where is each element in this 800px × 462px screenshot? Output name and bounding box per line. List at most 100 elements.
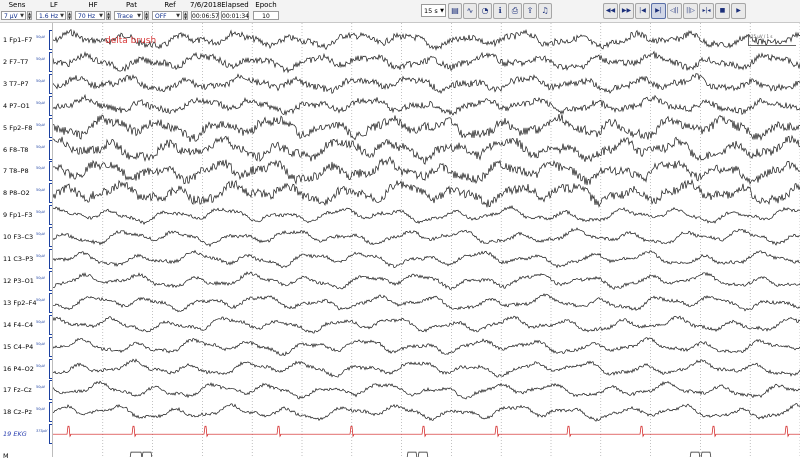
channel-label-14[interactable]: 14 F4–C4 50µV (3, 314, 52, 335)
toolbar: Sens 7 µV ▼ ▲ ▼ LF 1.6 Hz ▼ ▲ ▼ HF 70 Hz ▼ ▲ ▼… (0, 0, 800, 23)
epoch-display: Epoch 10 (252, 0, 280, 22)
channel-label-2[interactable]: 2 F7–T7 50µV (3, 51, 52, 72)
scale-bracket (49, 227, 52, 248)
scale-bracket (49, 205, 52, 226)
channel-label-17[interactable]: 17 Fz–Cz 50µV (3, 380, 52, 401)
channel-label-6[interactable]: 6 F8–T8 50µV (3, 139, 52, 160)
ref-select[interactable]: OFF ▼ (152, 11, 182, 20)
hf-label: HF (88, 1, 98, 9)
channel-label-12[interactable]: 12 P3–O1 50µV (3, 270, 52, 291)
ref-spinner[interactable]: ▲ ▼ (183, 11, 188, 20)
hf-control: HF 70 Hz ▼ ▲ ▼ (74, 0, 112, 22)
lf-label: LF (50, 1, 58, 9)
channel-label-3[interactable]: 3 T7–P7 50µV (3, 73, 52, 94)
channel-label-m[interactable]: M (3, 450, 9, 462)
channel-scale: 50µV (36, 188, 46, 193)
clock-icon[interactable]: ◔ (478, 3, 492, 19)
trace-10 (53, 227, 800, 248)
info-icon[interactable]: ℹ (493, 3, 507, 19)
trace-marker (129, 451, 712, 457)
print-icon[interactable]: ⎙ (508, 3, 522, 19)
epoch-value[interactable]: 10 (253, 11, 279, 20)
montage-icon[interactable]: ▤ (448, 3, 462, 19)
channel-label-19[interactable]: 19 EKG 375µV (3, 424, 52, 445)
scale-bracket (49, 183, 52, 204)
page-forward-button[interactable]: ||▷ (683, 3, 698, 19)
channel-label-7[interactable]: 7 T8–P8 50µV (3, 161, 52, 182)
waveform-icon[interactable]: ∿ (463, 3, 477, 19)
play-button[interactable]: ▶ (731, 3, 746, 19)
pat-spinner[interactable]: ▲ ▼ (144, 11, 149, 20)
scale-bracket (49, 249, 52, 269)
channel-scale: 50µV (36, 254, 46, 258)
channel-label-5[interactable]: 5 Fp2–F8 50µV (3, 117, 52, 138)
channel-label-18[interactable]: 18 Cz–Pz 50µV (3, 402, 52, 423)
trace-4 (53, 93, 800, 117)
trace-8 (53, 178, 800, 208)
trace-17 (53, 380, 800, 400)
pat-select[interactable]: Trace ▼ (114, 11, 143, 20)
page-duration-select[interactable]: 15 s ▼ (421, 4, 446, 17)
trace-14 (53, 315, 800, 334)
channel-label-4[interactable]: 4 P7–O1 50µV (3, 95, 52, 116)
scale-bracket (49, 117, 52, 138)
channel-scale: 50µV (36, 297, 46, 302)
ref-control: Ref OFF ▼ ▲ ▼ (151, 0, 189, 22)
channel-label-11[interactable]: 11 C3–P3 50µV (3, 249, 52, 269)
sens-spinner[interactable]: ▲ ▼ (27, 11, 32, 20)
hf-spinner[interactable]: ▲ ▼ (106, 11, 111, 20)
stop-button[interactable]: ■ (715, 3, 730, 19)
trace-9 (53, 205, 800, 226)
channel-scale: 50µV (36, 100, 46, 105)
channel-name: 11 C3–P3 (3, 255, 34, 263)
rewind-button[interactable]: ◀◀ (603, 3, 618, 19)
trace-18 (53, 403, 800, 422)
scale-bracket (49, 51, 52, 72)
lf-select[interactable]: 1.6 Hz ▼ (36, 11, 66, 20)
channel-scale: 50µV (36, 56, 46, 61)
channel-scale: 50µV (36, 341, 46, 346)
fit-button[interactable]: ▸|◂ (699, 3, 714, 19)
channel-name: 4 P7–O1 (3, 101, 30, 110)
eeg-trace-area (53, 23, 800, 457)
trace-6 (53, 134, 800, 165)
scale-bracket (49, 292, 52, 313)
channel-label-15[interactable]: 15 C4–P4 50µV (3, 336, 52, 357)
fast-forward-button[interactable]: ▶▶ (619, 3, 634, 19)
channel-scale: 375µV (36, 429, 48, 434)
channel-name: 15 C4–P4 (3, 342, 34, 351)
video-icon[interactable]: ♫ (538, 3, 552, 19)
channel-name: 14 F4–C4 (3, 320, 34, 329)
elapsed-display: Elapsed 00:01:34 (220, 0, 250, 22)
channel-label-8[interactable]: 8 P8–O2 50µV (3, 183, 52, 204)
scale-bracket (49, 336, 52, 357)
channel-name: 8 P8–O2 (3, 189, 30, 198)
hf-select[interactable]: 70 Hz ▼ (75, 11, 105, 20)
channel-name: 18 Cz–Pz (3, 408, 32, 417)
channel-label-16[interactable]: 16 P4–O2 50µV (3, 358, 52, 379)
trace-1 (53, 28, 800, 51)
scale-bracket (49, 270, 52, 291)
scale-bracket (49, 30, 52, 50)
page-back-button[interactable]: ◁|| (667, 3, 682, 19)
trace-19 (53, 425, 800, 438)
channel-label-10[interactable]: 10 F3–C3 50µV (3, 227, 52, 248)
step-forward-button[interactable]: ▶| (651, 3, 666, 19)
pat-control: Pat Trace ▼ ▲ ▼ (113, 0, 150, 22)
scale-bracket (49, 95, 52, 116)
sens-select[interactable]: 7 µV ▼ (1, 11, 26, 20)
channel-scale: 50µV (36, 122, 46, 127)
channel-scale: 50µV (36, 78, 46, 83)
export-icon[interactable]: ⇪ (523, 3, 537, 19)
event-annotation[interactable]: delta brush (105, 36, 156, 46)
lf-spinner[interactable]: ▲ ▼ (67, 11, 72, 20)
channel-label-9[interactable]: 9 Fp1–F3 50µV (3, 205, 52, 226)
step-back-button[interactable]: |◀ (635, 3, 650, 19)
channel-label-13[interactable]: 13 Fp2–F4 50µV (3, 292, 52, 313)
scale-bracket (49, 139, 52, 160)
channel-label-1[interactable]: 1 Fp1–F7 50µV (3, 30, 52, 50)
elapsed-value: 00:01:34 (221, 11, 249, 20)
channel-scale: 50µV (36, 35, 46, 39)
channel-label-panel: 1 Fp1–F7 50µV 2 F7–T7 50µV 3 T7–P7 50µV 4 P7–O… (0, 23, 53, 460)
date-display: 7/6/2018 00:06:57 (190, 0, 221, 22)
